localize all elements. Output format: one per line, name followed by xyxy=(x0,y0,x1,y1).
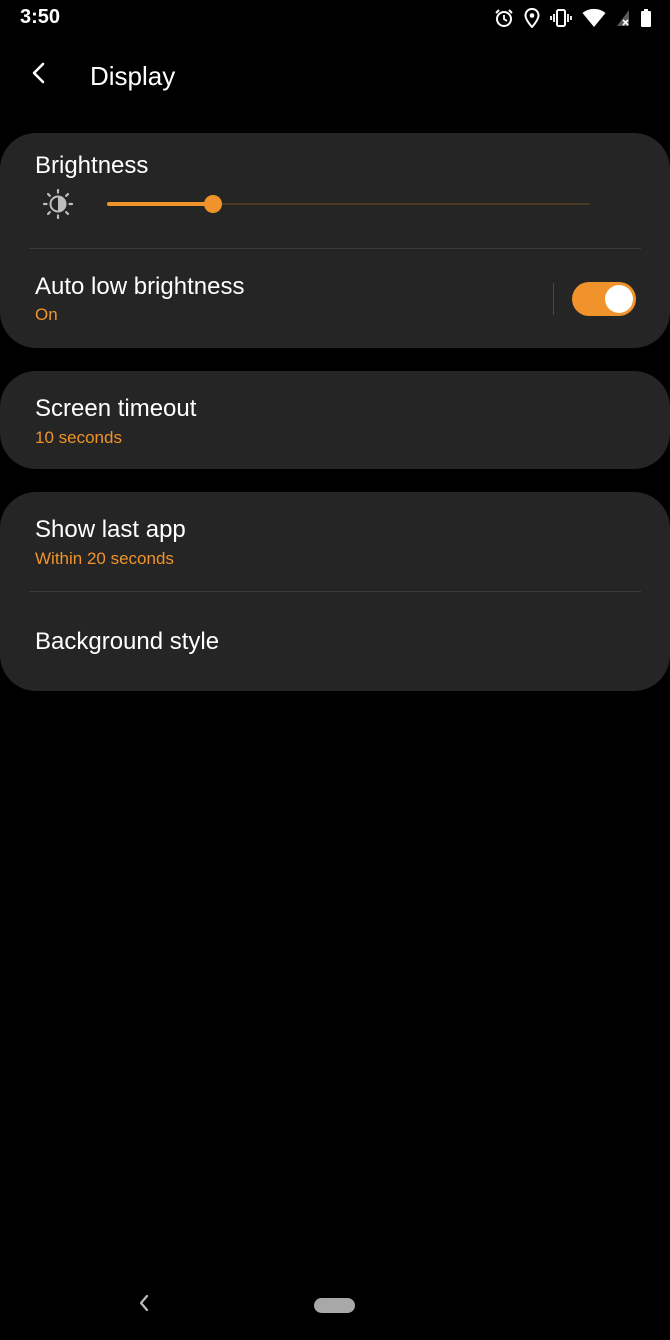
brightness-title: Brightness xyxy=(35,152,149,179)
vibrate-icon xyxy=(550,8,572,28)
back-arrow-icon xyxy=(31,61,47,90)
screen-timeout-card: Screen timeout 10 seconds xyxy=(0,371,670,469)
wifi-icon xyxy=(582,8,606,28)
background-style-row[interactable]: Background style xyxy=(0,592,670,691)
page-title: Display xyxy=(90,61,176,91)
show-last-app-value: Within 20 seconds xyxy=(35,549,174,568)
show-last-app-title: Show last app xyxy=(35,516,186,543)
auto-low-brightness-status: On xyxy=(35,305,58,324)
app-display-card: Show last app Within 20 seconds Backgrou… xyxy=(0,492,670,691)
location-icon xyxy=(524,8,540,28)
nav-back-button[interactable] xyxy=(132,1292,156,1318)
screen-timeout-value: 10 seconds xyxy=(35,428,122,447)
back-button[interactable] xyxy=(22,58,56,92)
brightness-sun-icon xyxy=(42,188,74,220)
auto-low-brightness-toggle[interactable] xyxy=(572,282,636,316)
auto-low-brightness-title: Auto low brightness xyxy=(35,273,245,300)
brightness-row: Brightness xyxy=(0,133,670,248)
toggle-separator xyxy=(553,283,554,315)
screen-timeout-title: Screen timeout xyxy=(35,395,197,422)
auto-low-brightness-row[interactable]: Auto low brightness On xyxy=(0,249,670,348)
signal-no-service-icon xyxy=(616,8,630,28)
status-icons xyxy=(494,7,652,29)
app-header: Display xyxy=(0,48,670,106)
alarm-icon xyxy=(494,8,514,28)
brightness-slider-fill xyxy=(107,202,214,206)
status-time: 3:50 xyxy=(20,6,61,28)
show-last-app-row[interactable]: Show last app Within 20 seconds xyxy=(0,492,670,591)
screen-timeout-row[interactable]: Screen timeout 10 seconds xyxy=(0,371,670,469)
brightness-slider[interactable] xyxy=(107,195,590,213)
brightness-slider-thumb[interactable] xyxy=(204,195,223,213)
status-bar: 3:50 xyxy=(0,0,670,36)
background-style-title: Background style xyxy=(35,628,220,655)
nav-back-icon xyxy=(138,1294,150,1317)
toggle-knob xyxy=(605,285,633,313)
battery-icon xyxy=(640,8,652,28)
nav-home-pill[interactable] xyxy=(314,1298,355,1313)
brightness-card: Brightness Auto low brightness On xyxy=(0,133,670,348)
